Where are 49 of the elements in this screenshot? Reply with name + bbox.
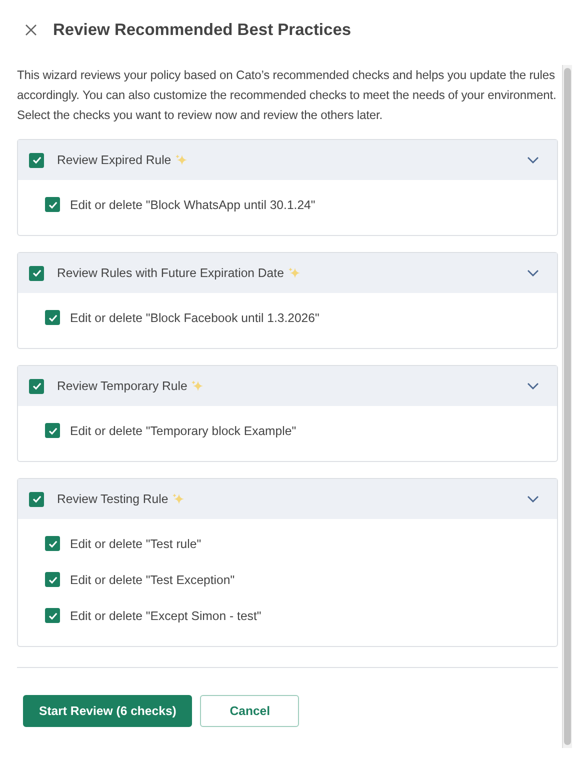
check-icon [48, 426, 58, 436]
check-label: Edit or delete "Test rule" [70, 536, 202, 550]
check-icon [48, 610, 58, 620]
scrollbar[interactable] [562, 65, 572, 748]
sparkle-icon [288, 266, 301, 280]
checkbox[interactable] [45, 536, 60, 551]
checkbox[interactable] [29, 492, 44, 506]
check-icon [48, 200, 58, 210]
check-label: Edit or delete "Temporary block Example" [70, 424, 296, 438]
group-header[interactable]: Review Expired Rule [18, 140, 557, 180]
checkbox[interactable] [29, 378, 44, 394]
checkbox[interactable] [45, 423, 60, 438]
chevron-icon[interactable] [527, 269, 539, 277]
check-icon [48, 538, 58, 548]
sparkle-icon [175, 154, 188, 166]
scrollbar-thumb[interactable] [564, 68, 571, 745]
start-review-button[interactable]: Start Review (6 checks) [23, 695, 192, 727]
check-label: Edit or delete "Test Exception" [70, 572, 235, 586]
sparkle-icon [172, 492, 186, 506]
dialog-title: Review Recommended Best Practices [53, 20, 352, 40]
close-icon[interactable] [25, 24, 37, 36]
check-icon [48, 574, 58, 584]
check-icon [32, 155, 42, 165]
check-icon [32, 268, 42, 278]
check-icon [32, 381, 42, 391]
cancel-button[interactable]: Cancel [200, 695, 300, 727]
check-label: Edit or delete "Except Simon - test" [70, 608, 262, 622]
group-header[interactable]: Review Testing Rule [18, 479, 557, 519]
checkbox[interactable] [45, 572, 60, 587]
checkbox[interactable] [45, 310, 60, 325]
group-header[interactable]: Review Temporary Rule [18, 366, 557, 406]
check-icon [48, 312, 58, 322]
check-icon [32, 494, 42, 504]
group-header[interactable]: Review Rules with Future Expiration Date [18, 253, 557, 293]
description: This wizard reviews your policy based on Cato’s recommended checks and helps you update the rules accordingly. You can also customize the recommended checks to meet the needs of your environment. Select the checks you want to review now and review the others later. [17, 67, 558, 124]
checkbox[interactable] [29, 152, 44, 168]
group-label: Review Rules with Future Expiration Date [57, 266, 284, 280]
group-label: Review Temporary Rule [57, 379, 188, 393]
checkbox[interactable] [45, 197, 60, 212]
checkbox[interactable] [45, 608, 60, 623]
check-label: Edit or delete "Block Facebook until 1.3.2026" [70, 310, 320, 324]
chevron-icon[interactable] [527, 495, 539, 503]
group-label: Review Testing Rule [57, 492, 168, 506]
group-label: Review Expired Rule [57, 153, 172, 167]
check-label: Edit or delete "Block WhatsApp until 30.1.24" [70, 198, 316, 212]
sparkle-icon [191, 380, 204, 392]
checkbox[interactable] [29, 266, 44, 280]
chevron-icon[interactable] [527, 382, 539, 390]
chevron-icon[interactable] [527, 156, 539, 164]
